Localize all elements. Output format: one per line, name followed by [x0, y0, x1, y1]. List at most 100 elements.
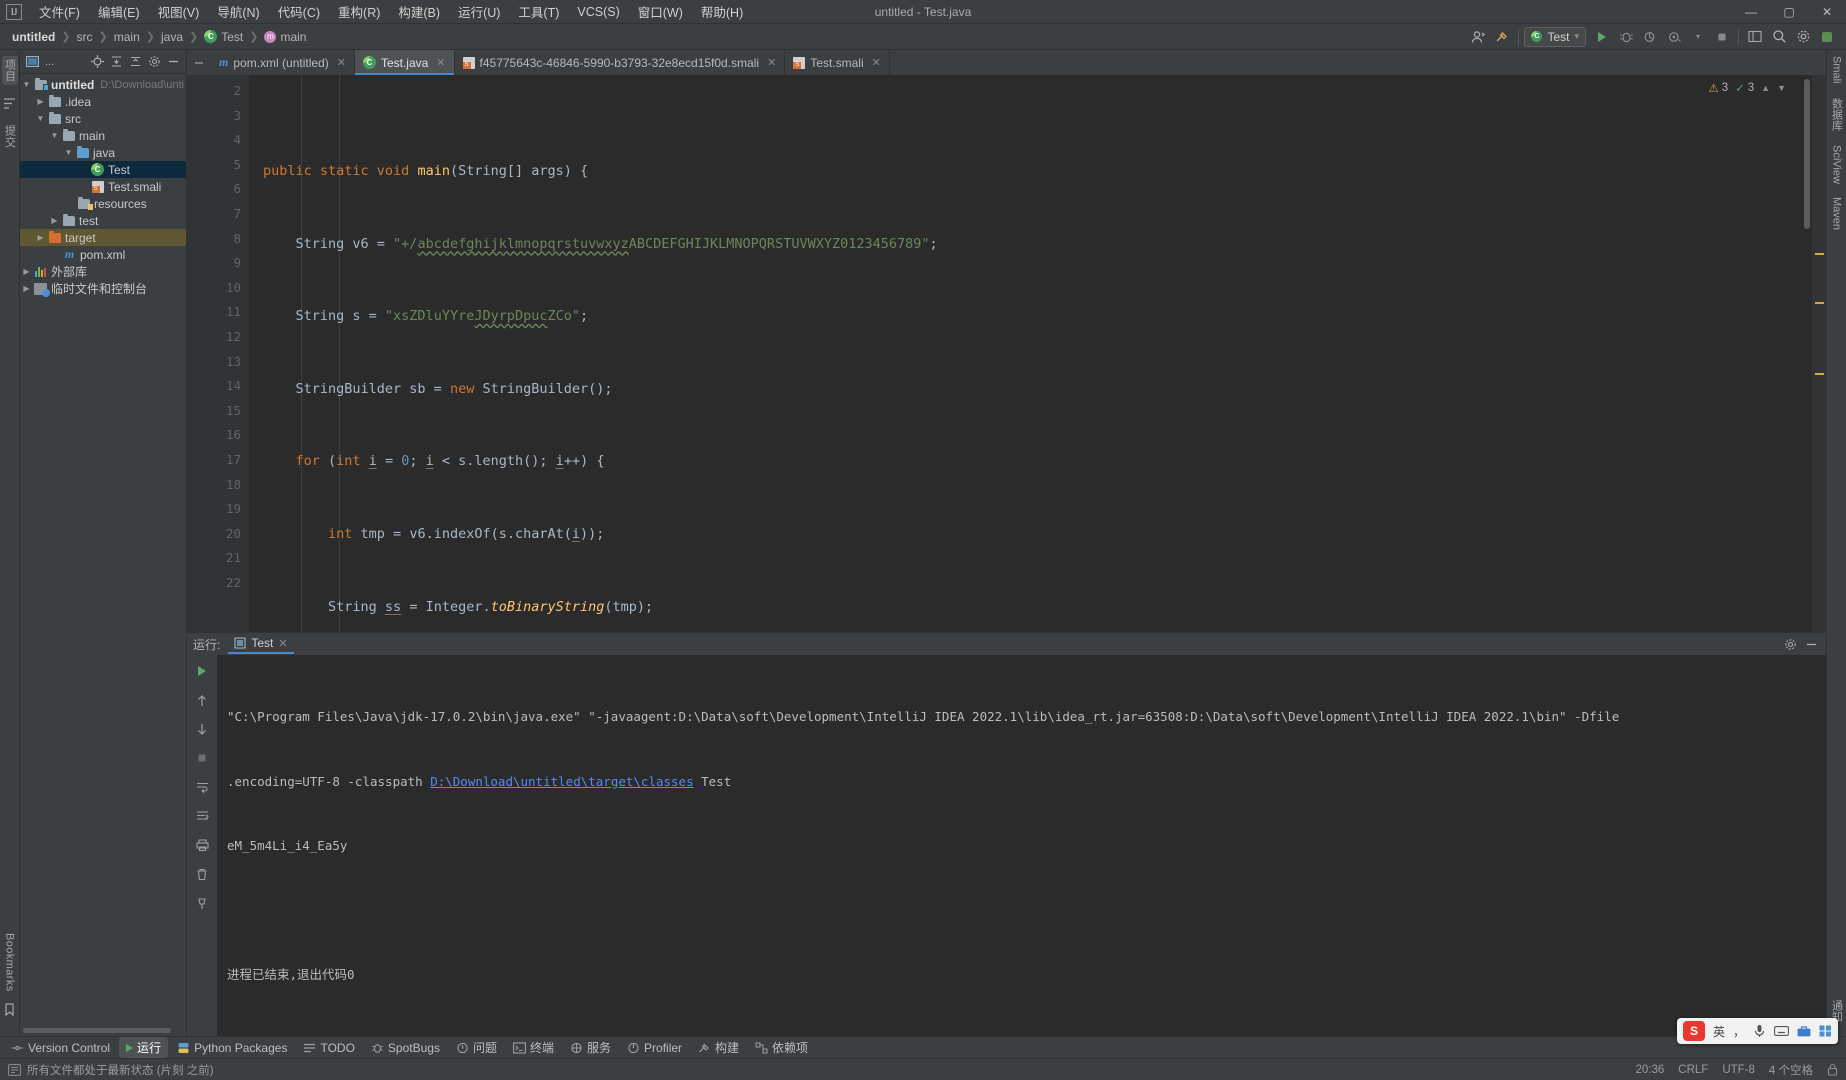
toolwindow-profiler[interactable]: Profiler: [620, 1039, 689, 1057]
rail-item-smali[interactable]: Smali: [1831, 56, 1843, 84]
caret-position[interactable]: 20:36: [1636, 1064, 1665, 1076]
menu-vcs[interactable]: VCS(S): [568, 2, 628, 22]
chevron-down-icon[interactable]: ▼: [62, 148, 75, 157]
chevron-up-icon[interactable]: ▲: [1761, 83, 1770, 93]
toolwindow-terminal[interactable]: 终端: [506, 1037, 561, 1058]
scroll-up-icon[interactable]: [192, 690, 212, 710]
close-button[interactable]: ✕: [1808, 0, 1846, 24]
menu-run[interactable]: 运行(U): [449, 0, 509, 24]
scroll-down-icon[interactable]: [192, 719, 212, 739]
tree-node-java[interactable]: ▼ java: [20, 144, 186, 161]
toolwindow-services[interactable]: 服务: [563, 1037, 618, 1058]
hide-panel-icon[interactable]: [165, 53, 182, 70]
ime-menu-icon[interactable]: [1819, 1025, 1832, 1037]
tree-node-scratches[interactable]: ▶ 临时文件和控制台: [20, 280, 186, 297]
search-icon[interactable]: [1768, 26, 1790, 48]
maximize-button[interactable]: ▢: [1770, 0, 1808, 24]
rail-item-database[interactable]: 数据库: [1829, 98, 1845, 131]
toolbox-icon[interactable]: [1797, 1025, 1811, 1037]
run-button[interactable]: [1591, 26, 1613, 48]
tree-node-test-smali[interactable]: Test.smali: [20, 178, 186, 195]
tree-node-idea[interactable]: ▶ .idea: [20, 93, 186, 110]
chevron-down-icon[interactable]: ▼: [1777, 83, 1786, 93]
toolwindow-dependencies[interactable]: 依赖项: [748, 1037, 815, 1058]
tab-test-java[interactable]: C Test.java ✕: [354, 50, 455, 75]
hide-tabs-icon[interactable]: [187, 50, 211, 75]
menu-tools[interactable]: 工具(T): [509, 0, 568, 24]
close-icon[interactable]: ✕: [337, 56, 346, 69]
tab-pom-xml[interactable]: m pom.xml (untitled) ✕: [211, 50, 355, 75]
scroll-to-end-icon[interactable]: [192, 806, 212, 826]
breadcrumb-java[interactable]: java: [157, 28, 187, 46]
tree-node-main[interactable]: ▼ main: [20, 127, 186, 144]
chevron-right-icon[interactable]: ▶: [20, 267, 33, 276]
run-configuration-selector[interactable]: C Test ▾: [1524, 26, 1586, 47]
user-icon[interactable]: [1467, 26, 1489, 48]
minimize-button[interactable]: —: [1732, 0, 1770, 24]
file-encoding[interactable]: UTF-8: [1722, 1064, 1755, 1076]
chevron-right-icon[interactable]: ▶: [34, 97, 47, 106]
rail-item-sciview[interactable]: SciView: [1831, 145, 1843, 184]
menu-file[interactable]: 文件(F): [30, 0, 89, 24]
editor-gutter[interactable]: 2 3 4 5 6 7 8 9 10 11 12 13 14 15 16 17: [187, 75, 271, 632]
chevron-right-icon[interactable]: ▶: [20, 284, 33, 293]
warning-count[interactable]: ⚠ 3: [1708, 81, 1728, 95]
lock-icon[interactable]: [1827, 1063, 1838, 1076]
menu-refactor[interactable]: 重构(R): [329, 0, 389, 24]
toolwindow-build[interactable]: 构建: [691, 1037, 746, 1058]
editor-vertical-scrollbar[interactable]: [1802, 75, 1812, 632]
toolwindow-version-control[interactable]: Version Control: [4, 1039, 117, 1057]
menu-build[interactable]: 构建(B): [389, 0, 449, 24]
toolwindow-problems[interactable]: 问题: [449, 1037, 504, 1058]
tree-node-src[interactable]: ▼ src: [20, 110, 186, 127]
clear-all-icon[interactable]: [192, 864, 212, 884]
run-tab-test[interactable]: Test ✕: [228, 634, 294, 654]
toolwindow-spotbugs[interactable]: SpotBugs: [364, 1039, 447, 1057]
settings-gear-icon[interactable]: [1792, 26, 1814, 48]
punctuation-icon[interactable]: ，: [1733, 1023, 1745, 1040]
keyboard-icon[interactable]: [1774, 1025, 1789, 1037]
collapse-all-icon[interactable]: [127, 53, 144, 70]
microphone-icon[interactable]: [1753, 1024, 1766, 1038]
bookmark-icon[interactable]: [4, 1003, 15, 1016]
close-icon[interactable]: ✕: [278, 637, 287, 650]
stop-button[interactable]: [1711, 26, 1733, 48]
project-settings-gear-icon[interactable]: [146, 53, 163, 70]
tree-node-external-libraries[interactable]: ▶ 外部库: [20, 263, 186, 280]
soft-wrap-icon[interactable]: [192, 777, 212, 797]
chevron-right-icon[interactable]: ▶: [48, 216, 61, 225]
console-output[interactable]: "C:\Program Files\Java\jdk-17.0.2\bin\ja…: [217, 655, 1826, 1036]
rail-item-maven[interactable]: Maven: [1831, 197, 1843, 230]
debug-button[interactable]: [1615, 26, 1637, 48]
breadcrumb-src[interactable]: src: [73, 28, 97, 46]
menu-edit[interactable]: 编辑(E): [89, 0, 149, 24]
breadcrumb-test[interactable]: C Test: [200, 28, 247, 46]
sogou-logo-icon[interactable]: S: [1682, 1021, 1705, 1041]
rerun-icon[interactable]: [192, 661, 212, 681]
run-hide-icon[interactable]: [1803, 636, 1820, 653]
close-icon[interactable]: ✕: [767, 56, 776, 69]
menu-code[interactable]: 代码(C): [269, 0, 329, 24]
rail-item-project[interactable]: 项目: [1, 56, 18, 85]
locate-file-icon[interactable]: [89, 53, 106, 70]
tab-uuid-smali[interactable]: f45775643c-46846-5990-b3793-32e8ecd15f0d…: [454, 50, 786, 75]
check-count[interactable]: ✓ 3: [1735, 81, 1754, 95]
tree-node-pom[interactable]: m pom.xml: [20, 246, 186, 263]
close-icon[interactable]: ✕: [872, 56, 881, 69]
tree-node-resources[interactable]: resources: [20, 195, 186, 212]
ime-mode-label[interactable]: 英: [1713, 1023, 1725, 1040]
chevron-down-icon[interactable]: ▼: [20, 80, 33, 89]
expand-all-icon[interactable]: [108, 53, 125, 70]
chevron-down-icon[interactable]: ▼: [48, 131, 61, 140]
tab-test-smali[interactable]: Test.smali ✕: [785, 50, 890, 75]
rail-item-commit[interactable]: 提交: [2, 122, 18, 151]
plugins-icon[interactable]: [1816, 26, 1838, 48]
tree-node-target[interactable]: ▶ target: [20, 229, 186, 246]
chevron-down-icon[interactable]: ▼: [34, 114, 47, 123]
breadcrumb-main[interactable]: main: [110, 28, 144, 46]
tree-node-test-class[interactable]: C Test: [20, 161, 186, 178]
tree-node-test-folder[interactable]: ▶ test: [20, 212, 186, 229]
toolwindow-python-packages[interactable]: Python Packages: [170, 1039, 294, 1057]
menu-navigate[interactable]: 导航(N): [208, 0, 268, 24]
project-horizontal-scrollbar[interactable]: [20, 1026, 186, 1036]
